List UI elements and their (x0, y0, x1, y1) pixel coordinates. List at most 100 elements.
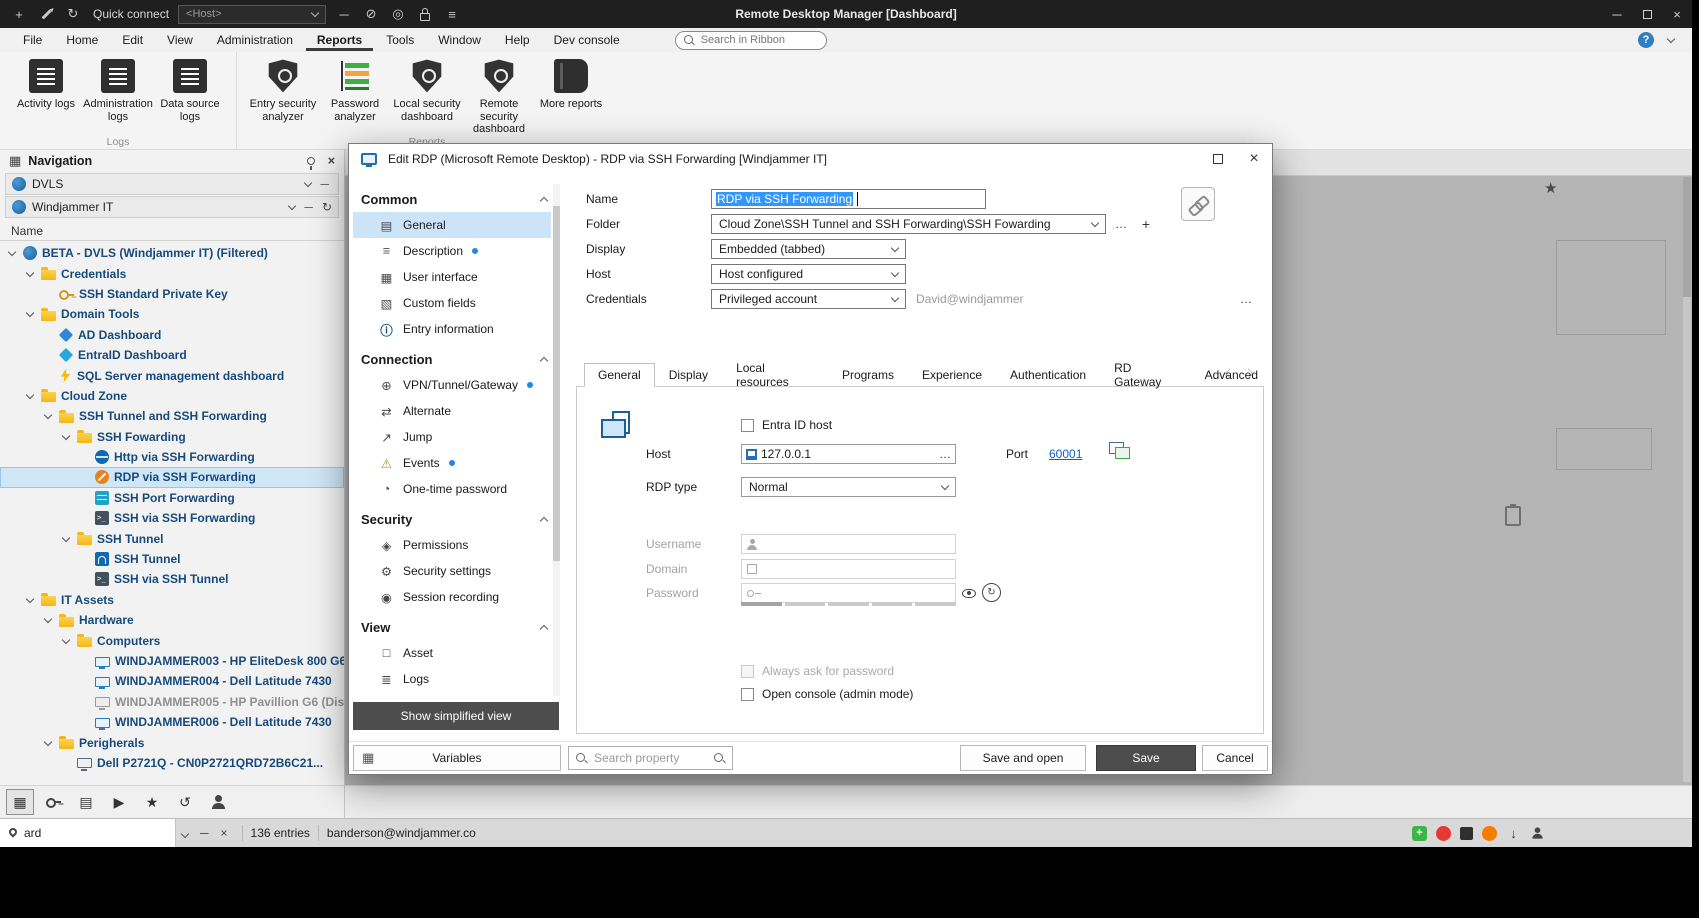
section-header-common[interactable]: Common (353, 187, 561, 212)
credentials-browse-button[interactable]: … (1234, 289, 1258, 309)
book-icon[interactable]: ▤ (72, 789, 100, 815)
dialog-tab[interactable]: Advanced (1191, 363, 1272, 387)
tree-item[interactable]: SSH Port Forwarding (0, 488, 344, 508)
tree-item[interactable]: EntraID Dashboard (0, 345, 344, 365)
user-silhouette-icon[interactable] (1530, 826, 1545, 841)
ribbon-button[interactable]: More reports (535, 57, 607, 113)
dialog-nav-item[interactable]: Security settings (353, 558, 551, 584)
lock-icon[interactable] (416, 5, 434, 23)
dialog-nav-item[interactable]: Logs (353, 666, 551, 692)
tree-item[interactable]: Http via SSH Forwarding (0, 447, 344, 467)
window-close-button[interactable]: × (1662, 0, 1692, 28)
host-mode-combobox[interactable]: Host configured (711, 264, 906, 284)
dialog-nav-item[interactable]: VPN/Tunnel/Gateway (353, 372, 551, 398)
menu-item[interactable]: Edit (111, 29, 154, 51)
rdp-type-combobox[interactable]: Normal (741, 477, 956, 497)
tree-item[interactable]: IT Assets (0, 590, 344, 610)
dialog-tab[interactable]: General (584, 363, 655, 387)
minimize-line-icon[interactable]: ─ (335, 5, 353, 23)
tree-item[interactable]: SSH Tunnel (0, 528, 344, 548)
ribbon-button[interactable]: Password analyzer (319, 57, 391, 125)
dialog-nav-item[interactable]: Session recording (353, 584, 551, 610)
session-screens-icon[interactable] (1109, 442, 1130, 459)
always-ask-checkbox[interactable] (741, 665, 754, 678)
add-entry-icon[interactable]: + (10, 5, 28, 23)
dialog-nav-item[interactable]: Events (353, 450, 551, 476)
tree-item[interactable]: WINDJAMMER005 - HP Pavillion G6 (Disabl.… (0, 692, 344, 712)
show-simplified-view-button[interactable]: Show simplified view (353, 702, 559, 730)
dialog-close-button[interactable]: × (1236, 144, 1272, 174)
expand-chevron-icon[interactable] (42, 409, 54, 423)
window-maximize-button[interactable] (1632, 0, 1662, 28)
credentials-combobox[interactable]: Privileged account (711, 289, 906, 309)
tree-item[interactable]: SSH Tunnel (0, 549, 344, 569)
filter-dash-icon[interactable]: ─ (194, 826, 215, 840)
dialog-maximize-button[interactable] (1200, 144, 1236, 174)
no-connection-icon[interactable]: ⊘ (362, 5, 380, 23)
password-input[interactable] (741, 583, 956, 603)
pin-icon[interactable] (307, 157, 315, 165)
green-plus-icon[interactable]: + (1412, 826, 1427, 841)
folder-combobox[interactable]: Cloud Zone\SSH Tunnel and SSH Forwarding… (711, 214, 1106, 234)
dialog-tab[interactable]: Display (655, 363, 722, 387)
filter-chevron-icon[interactable] (176, 826, 194, 840)
tree-item[interactable]: Perigherals (0, 732, 344, 752)
black-square-icon[interactable] (1460, 827, 1473, 840)
tree-item[interactable]: Domain Tools (0, 304, 344, 324)
tree-item[interactable]: SSH via SSH Tunnel (0, 569, 344, 589)
dialog-tab[interactable]: Experience (908, 363, 996, 387)
tree-item[interactable]: WINDJAMMER006 - Dell Latitude 7430 (0, 712, 344, 732)
section-header-connection[interactable]: Connection (353, 347, 561, 372)
ribbon-button[interactable]: Data source logs (154, 57, 226, 125)
scrollbar-thumb[interactable] (1683, 177, 1691, 297)
expand-chevron-icon[interactable] (42, 613, 54, 627)
menu-item[interactable]: Dev console (543, 29, 631, 51)
red-circle-icon[interactable] (1436, 826, 1451, 841)
play-icon[interactable]: ▶ (105, 789, 133, 815)
tree-item[interactable]: SSH Standard Private Key (0, 284, 344, 304)
variables-button[interactable]: ▦ Variables (353, 745, 561, 771)
reveal-password-button[interactable] (959, 583, 979, 603)
entra-id-host-checkbox[interactable] (741, 419, 754, 432)
port-link[interactable]: 60001 (1049, 447, 1082, 461)
tree-item[interactable]: SSH Tunnel and SSH Forwarding (0, 406, 344, 426)
dialog-nav-item[interactable]: User interface (353, 264, 551, 290)
refresh-icon[interactable]: ↻ (64, 5, 82, 23)
host-browse-button[interactable]: … (939, 447, 951, 461)
ribbon-button[interactable]: Activity logs (10, 57, 82, 113)
tree-column-header[interactable]: Name (0, 221, 344, 241)
tree-item[interactable]: Computers (0, 630, 344, 650)
menu-item[interactable]: Reports (306, 29, 373, 51)
expand-chevron-icon[interactable] (60, 430, 72, 444)
vault-selector-dvls[interactable]: DVLS ─ (5, 173, 339, 195)
ribbon-button[interactable]: Entry security analyzer (247, 57, 319, 125)
ribbon-button[interactable]: Administration logs (82, 57, 154, 125)
orange-circle-icon[interactable] (1482, 826, 1497, 841)
expand-chevron-icon[interactable] (60, 532, 72, 546)
menu-item[interactable]: File (12, 29, 53, 51)
vertical-scrollbar[interactable] (1683, 177, 1691, 782)
dialog-tab[interactable]: Local resources (722, 363, 828, 387)
collapse-dash-icon[interactable]: ─ (301, 200, 316, 214)
star-icon[interactable]: ★ (138, 789, 166, 815)
tree-item[interactable]: Cloud Zone (0, 386, 344, 406)
tree-item[interactable]: BETA - DVLS (Windjammer IT) (Filtered) (0, 243, 344, 263)
section-header-security[interactable]: Security (353, 507, 561, 532)
edit-pencil-icon[interactable] (37, 5, 55, 23)
folder-add-button[interactable]: + (1134, 214, 1158, 234)
expand-chevron-icon[interactable] (24, 267, 36, 281)
menu-item[interactable]: Tools (375, 29, 425, 51)
history-icon[interactable]: ↺ (171, 789, 199, 815)
close-navigation-icon[interactable]: × (328, 154, 335, 168)
ribbon-button[interactable]: Local security dashboard (391, 57, 463, 125)
key-icon[interactable] (39, 789, 67, 815)
filter-clear-icon[interactable]: × (215, 826, 234, 840)
tree-item[interactable]: Hardware (0, 610, 344, 630)
tree-item[interactable]: SSH via SSH Forwarding (0, 508, 344, 528)
help-icon[interactable]: ? (1638, 32, 1654, 48)
expand-chevron-icon[interactable] (6, 246, 18, 260)
window-minimize-button[interactable]: ─ (1602, 0, 1632, 28)
dialog-nav-item[interactable]: Description (353, 238, 551, 264)
expand-chevron-icon[interactable] (42, 736, 54, 750)
menu-item[interactable]: View (156, 29, 204, 51)
